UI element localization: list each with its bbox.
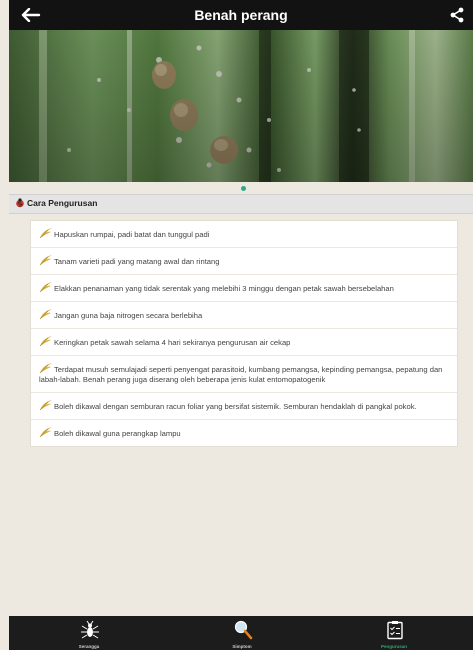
leaf-bullet-icon (39, 282, 52, 293)
leaf-bullet-icon (39, 400, 52, 411)
top-bar: Benah perang (9, 0, 473, 30)
leaf-bullet-icon (39, 363, 52, 374)
list-item-text: Jangan guna baja nitrogen secara berlebi… (54, 311, 203, 320)
checklist-icon (387, 621, 403, 640)
list-item-text: Keringkan petak sawah selama 4 hari seki… (54, 338, 291, 347)
tab-serangga[interactable]: Serangga (44, 616, 134, 650)
list-item: Elakkan penanaman yang tidak serentak ya… (31, 275, 457, 302)
list-item: Tanam varieti padi yang matang awal dan … (31, 248, 457, 275)
leaf-bullet-icon (39, 228, 52, 239)
management-list: Hapuskan rumpai, padi batat dan tunggul … (30, 220, 458, 447)
hero-image[interactable] (9, 30, 473, 182)
bottom-tab-bar: Serangga Simptom Pengurusan (9, 616, 473, 650)
section-title: Cara Pengurusan (27, 198, 98, 208)
hero-photo-illustration (9, 30, 473, 182)
ladybug-icon (16, 198, 24, 208)
list-item: Terdapat musuh semulajadi seperti penyen… (31, 356, 457, 393)
tab-simptom[interactable]: Simptom (197, 616, 287, 650)
tab-pengurusan[interactable]: Pengurusan (349, 616, 439, 650)
list-item-text: Boleh dikawal guna perangkap lampu (54, 429, 181, 438)
leaf-bullet-icon (39, 309, 52, 320)
list-item: Boleh dikawal guna perangkap lampu (31, 420, 457, 446)
leaf-bullet-icon (39, 427, 52, 438)
list-item-text: Boleh dikawal dengan semburan racun foli… (54, 402, 417, 411)
section-header: Cara Pengurusan (9, 194, 473, 214)
list-item: Jangan guna baja nitrogen secara berlebi… (31, 302, 457, 329)
carousel-indicator[interactable] (241, 186, 246, 191)
list-item-text: Hapuskan rumpai, padi batat dan tunggul … (54, 230, 210, 239)
share-icon[interactable] (449, 7, 465, 23)
tab-label: Pengurusan (380, 644, 407, 649)
app-frame: Benah perang Cara Pengurusan Hapuskan ru… (9, 0, 473, 650)
list-item-text: Terdapat musuh semulajadi seperti penyen… (39, 365, 443, 384)
page-title: Benah perang (194, 7, 288, 23)
magnifier-icon (234, 620, 253, 640)
list-item-text: Tanam varieti padi yang matang awal dan … (54, 257, 220, 266)
tab-label: Serangga (78, 644, 100, 649)
insect-icon (81, 620, 99, 639)
leaf-bullet-icon (39, 255, 52, 266)
leaf-bullet-icon (39, 336, 52, 347)
list-item-text: Elakkan penanaman yang tidak serentak ya… (54, 284, 394, 293)
list-item: Keringkan petak sawah selama 4 hari seki… (31, 329, 457, 356)
list-item: Boleh dikawal dengan semburan racun foli… (31, 393, 457, 420)
tab-label: Simptom (232, 644, 252, 649)
list-item: Hapuskan rumpai, padi batat dan tunggul … (31, 221, 457, 248)
